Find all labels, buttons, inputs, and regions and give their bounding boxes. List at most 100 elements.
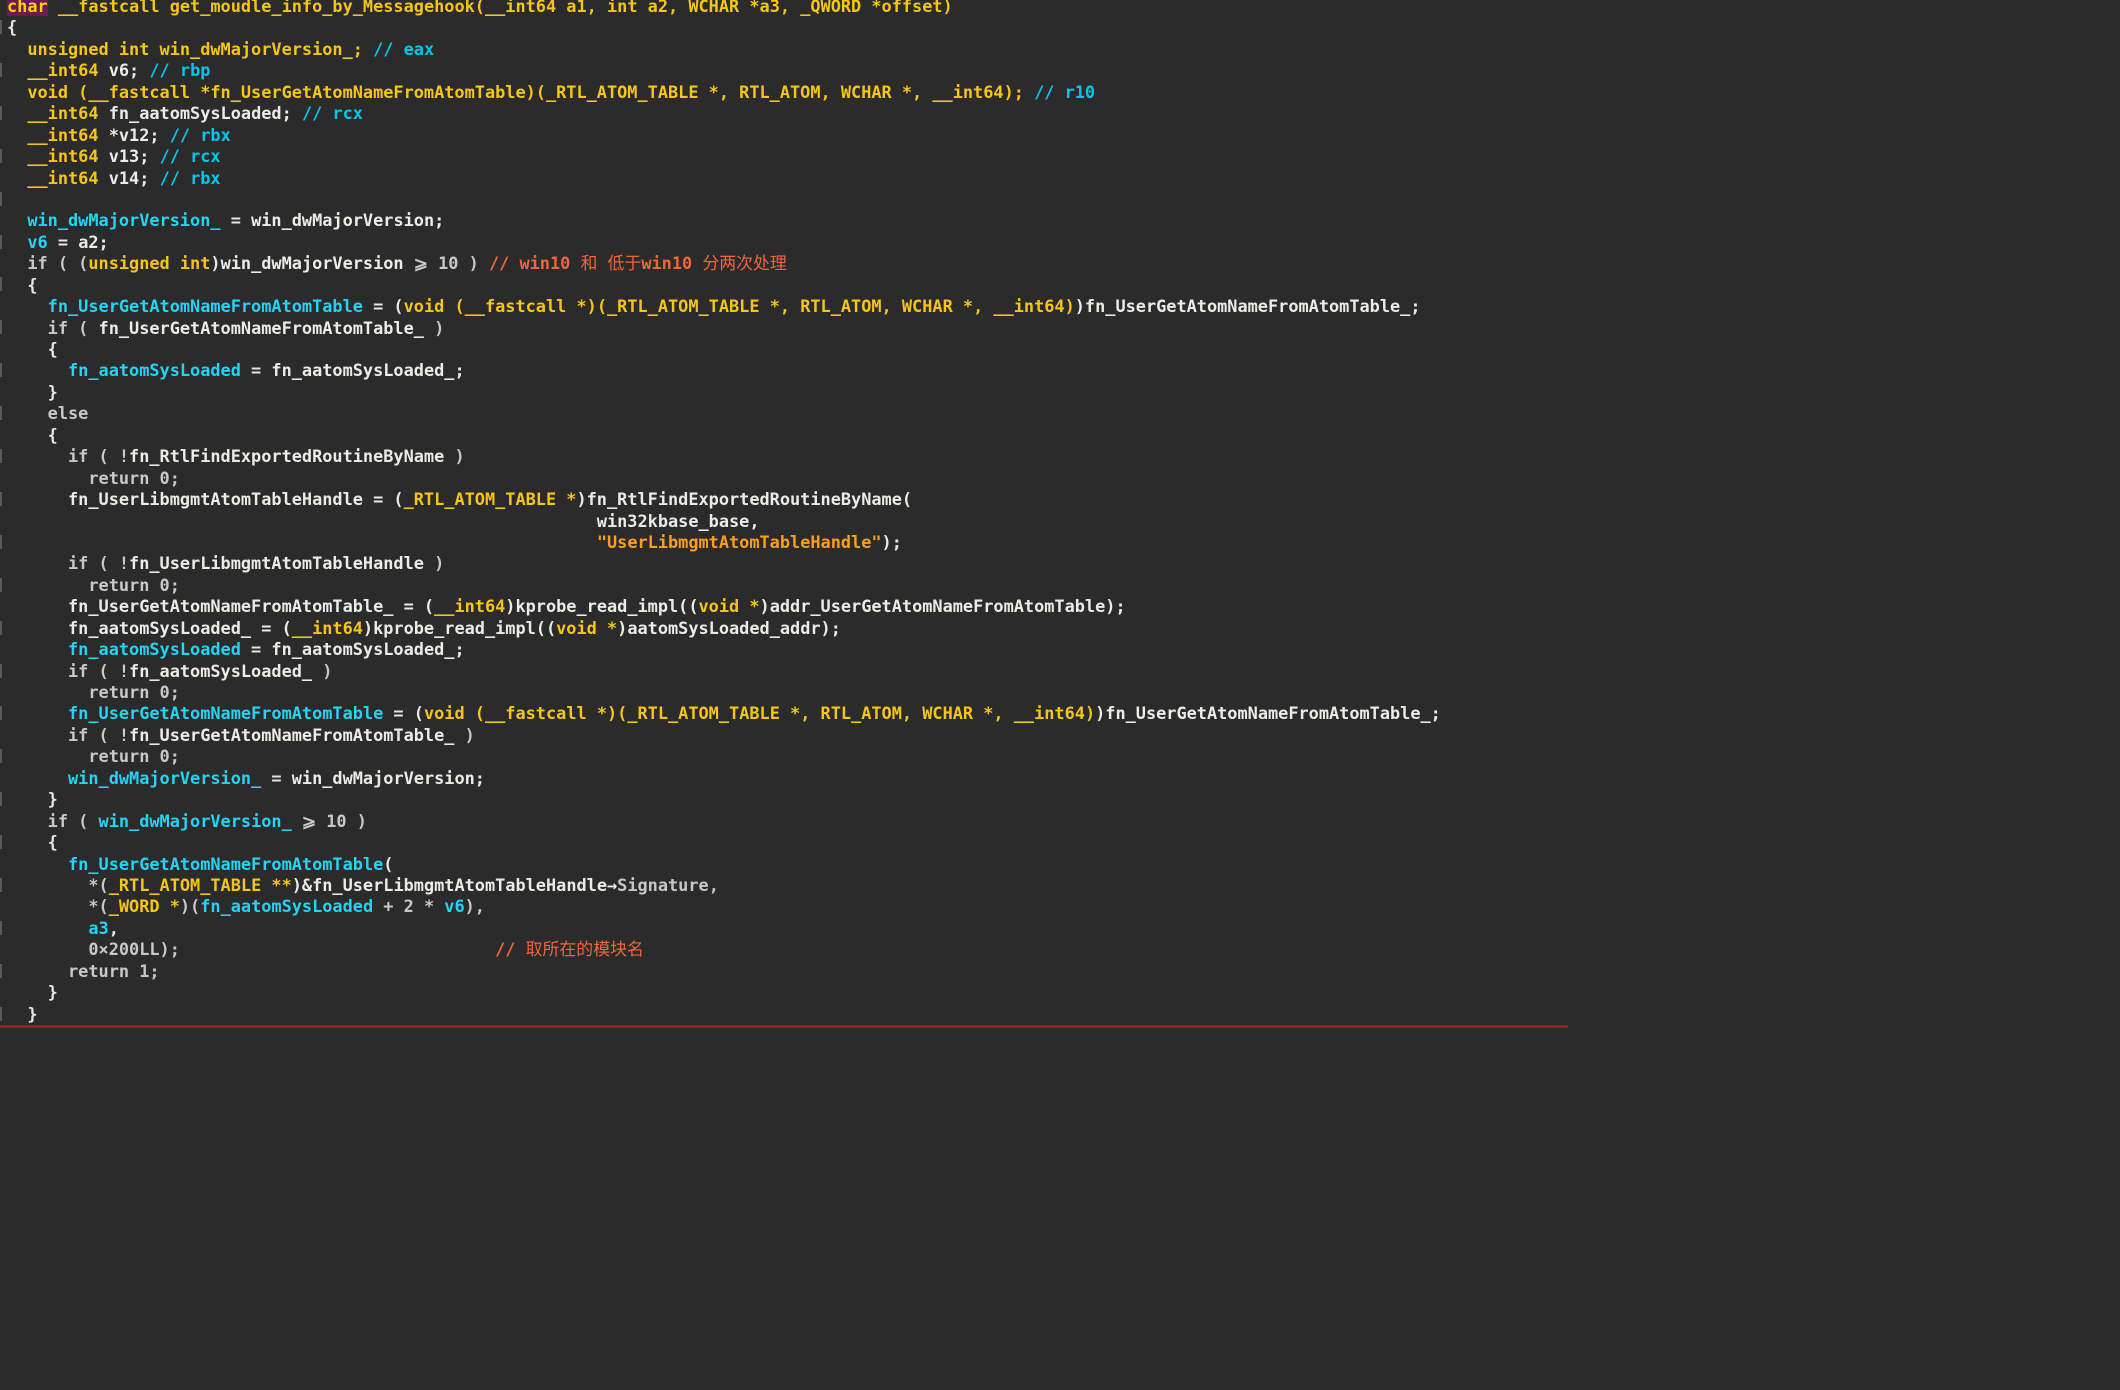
code-token: return 0; <box>7 682 180 702</box>
code-line[interactable]: if ( fn_UserGetAtomNameFromAtomTable_ ) <box>7 318 1568 339</box>
code-token: win_dwMajorVersion_ <box>7 767 262 788</box>
code-line[interactable]: } <box>7 982 1568 1003</box>
code-line[interactable]: } <box>7 382 1568 403</box>
code-token: )addr_UserGetAtomNameFromAtomTable); <box>759 596 1126 617</box>
code-line[interactable]: fn_aatomSysLoaded = fn_aatomSysLoaded_; <box>7 360 1568 381</box>
code-token: = <box>240 639 272 660</box>
code-token: 0×200LL); <box>7 939 496 960</box>
code-line[interactable]: { <box>7 275 1568 296</box>
code-token: } <box>7 1003 38 1024</box>
code-comment: win10 <box>641 253 703 274</box>
code-line[interactable]: __int64 v6; // rbp <box>7 60 1568 81</box>
code-token: return 0; <box>7 746 180 767</box>
code-comment: // rcx <box>301 103 363 124</box>
code-line[interactable]: if ( !fn_UserGetAtomNameFromAtomTable_ ) <box>7 725 1568 746</box>
code-token: )&fn_UserLibmgmtAtomTableHandle→ <box>291 874 618 895</box>
code-token: fn_aatomSysLoaded_ = ( <box>7 617 292 638</box>
code-line[interactable]: "UserLibmgmtAtomTableHandle"); <box>7 532 1568 553</box>
code-line[interactable]: fn_UserGetAtomNameFromAtomTable( <box>7 854 1568 875</box>
code-line[interactable]: a3, <box>7 918 1568 939</box>
code-line[interactable]: if ( !fn_RtlFindExportedRoutineByName ) <box>7 446 1568 467</box>
code-line[interactable]: v6 = a2; <box>7 232 1568 253</box>
code-line[interactable]: win_dwMajorVersion_ = win_dwMajorVersion… <box>7 210 1568 231</box>
code-line[interactable]: win32kbase_base, <box>7 511 1568 532</box>
code-token: unsigned int <box>88 253 211 274</box>
code-line[interactable]: } <box>7 789 1568 810</box>
code-line[interactable]: return 1; <box>7 961 1568 982</box>
code-token: return 0; <box>7 467 180 488</box>
code-line[interactable]: } <box>7 1004 1568 1025</box>
horizontal-scrollbar[interactable] <box>0 1025 1568 1028</box>
code-line[interactable]: return 0; <box>7 575 1568 596</box>
code-token: fn_aatomSysLoaded <box>200 896 374 917</box>
code-line[interactable]: return 0; <box>7 746 1568 767</box>
code-line[interactable] <box>7 189 1568 210</box>
code-line[interactable]: *(_WORD *)(fn_aatomSysLoaded + 2 * v6), <box>7 896 1568 917</box>
code-token: ⩾ 10 ) <box>291 810 367 831</box>
code-token: if ( ! <box>7 446 130 467</box>
code-line[interactable]: fn_UserGetAtomNameFromAtomTable_ = (__in… <box>7 596 1568 617</box>
decompiler-pseudocode-view[interactable]: char __fastcall get_moudle_info_by_Messa… <box>0 0 1568 1028</box>
code-line[interactable]: { <box>7 832 1568 853</box>
code-token: v6 <box>7 231 48 252</box>
code-token: char <box>7 0 48 16</box>
code-comment: 取所在的模块名 <box>525 939 644 960</box>
code-token: fn_UserLibmgmtAtomTableHandle = ( <box>7 489 404 510</box>
code-line[interactable]: __int64 v14; // rbx <box>7 168 1568 189</box>
code-line[interactable]: { <box>7 17 1568 38</box>
code-line[interactable]: unsigned int win_dwMajorVersion_; // eax <box>7 39 1568 60</box>
code-token: { <box>7 17 18 38</box>
code-line[interactable]: *(_RTL_ATOM_TABLE **)&fn_UserLibmgmtAtom… <box>7 875 1568 896</box>
code-line[interactable]: return 0; <box>7 682 1568 703</box>
code-token: "UserLibmgmtAtomTableHandle" <box>596 531 882 552</box>
code-line[interactable]: fn_UserGetAtomNameFromAtomTable = (void … <box>7 703 1568 724</box>
code-line[interactable]: else <box>7 403 1568 424</box>
code-token: fn_UserGetAtomNameFromAtomTable_ <box>129 724 455 745</box>
code-token: if ( ! <box>7 660 130 681</box>
code-token: { <box>7 832 58 853</box>
code-line[interactable]: return 0; <box>7 468 1568 489</box>
gutter-marker <box>0 749 2 764</box>
code-comment: // win10 <box>488 253 581 274</box>
code-token: + 2 * <box>373 896 445 917</box>
code-line[interactable]: if ( win_dwMajorVersion_ ⩾ 10 ) <box>7 811 1568 832</box>
gutter-marker <box>0 148 2 163</box>
code-token: __int64 <box>7 167 109 188</box>
code-token: unsigned int win_dwMajorVersion_; <box>7 38 374 59</box>
code-line[interactable]: fn_UserGetAtomNameFromAtomTable = (void … <box>7 296 1568 317</box>
code-token: win_dwMajorVersion_ <box>7 210 221 231</box>
gutter-marker <box>0 277 2 292</box>
code-token: fn_UserGetAtomNameFromAtomTable_ = ( <box>7 596 435 617</box>
code-line[interactable]: __int64 *v12; // rbx <box>7 125 1568 146</box>
code-token: win_dwMajorVersion_ <box>98 810 292 831</box>
code-line[interactable]: if ( (unsigned int)win_dwMajorVersion ⩾ … <box>7 253 1568 274</box>
gutter-marker <box>0 963 2 978</box>
code-token: fn_UserGetAtomNameFromAtomTable <box>7 296 363 317</box>
code-token: ) <box>423 317 445 338</box>
code-line[interactable]: { <box>7 425 1568 446</box>
code-line[interactable]: win_dwMajorVersion_ = win_dwMajorVersion… <box>7 768 1568 789</box>
code-token: )fn_RtlFindExportedRoutineByName( <box>576 489 913 510</box>
code-line[interactable]: void (__fastcall *fn_UserGetAtomNameFrom… <box>7 82 1568 103</box>
gutter-marker <box>0 706 2 721</box>
code-token: ) <box>454 724 475 745</box>
code-token: v6 <box>444 896 465 917</box>
code-lines: char __fastcall get_moudle_info_by_Messa… <box>7 0 1568 1025</box>
code-line[interactable]: __int64 v13; // rcx <box>7 146 1568 167</box>
code-line[interactable]: if ( !fn_aatomSysLoaded_ ) <box>7 661 1568 682</box>
code-token: win_dwMajorVersion; <box>291 767 485 788</box>
code-line[interactable]: fn_UserLibmgmtAtomTableHandle = (_RTL_AT… <box>7 489 1568 510</box>
code-token: return 0; <box>7 574 180 595</box>
code-line[interactable]: fn_aatomSysLoaded = fn_aatomSysLoaded_; <box>7 639 1568 660</box>
code-line[interactable]: char __fastcall get_moudle_info_by_Messa… <box>7 0 1568 17</box>
code-line[interactable]: if ( !fn_UserLibmgmtAtomTableHandle ) <box>7 553 1568 574</box>
code-line[interactable]: 0×200LL); // 取所在的模块名 <box>7 939 1568 960</box>
code-line[interactable]: { <box>7 339 1568 360</box>
code-token: void (__fastcall *)(_RTL_ATOM_TABLE *, R… <box>423 703 1096 724</box>
code-line[interactable]: __int64 fn_aatomSysLoaded; // rcx <box>7 103 1568 124</box>
code-token: fn_UserGetAtomNameFromAtomTable <box>7 853 384 874</box>
code-token: = <box>240 360 272 381</box>
gutter-marker <box>0 449 2 463</box>
code-line[interactable]: fn_aatomSysLoaded_ = (__int64)kprobe_rea… <box>7 618 1568 639</box>
code-token: ) <box>423 553 445 574</box>
